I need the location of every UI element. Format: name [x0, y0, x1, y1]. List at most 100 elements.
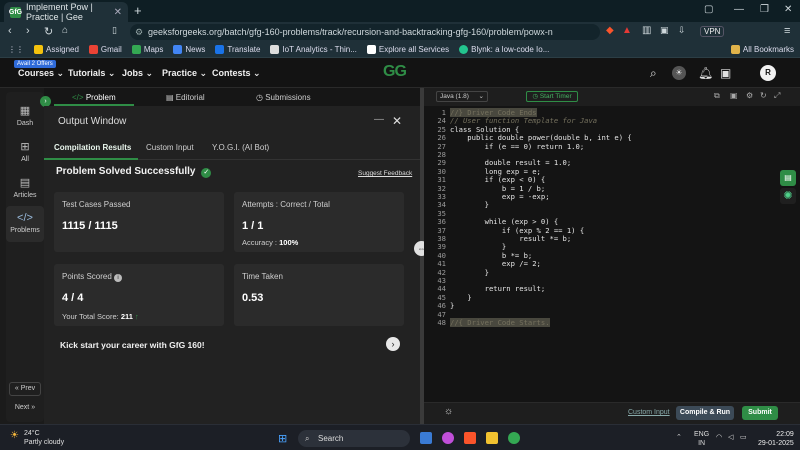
- reset-icon[interactable]: ↻: [760, 91, 767, 100]
- code-line[interactable]: }: [450, 301, 454, 310]
- gfg-logo[interactable]: GG: [383, 63, 407, 81]
- nav-practice[interactable]: Practice ⌄: [162, 68, 207, 79]
- prev-button[interactable]: « Prev: [9, 382, 41, 396]
- copilot-icon[interactable]: [442, 432, 454, 444]
- tab-yogi-bot[interactable]: Y.O.G.I. (AI Bot): [212, 143, 269, 152]
- start-timer-button[interactable]: ◷ Start Timer: [526, 91, 578, 102]
- bookmark-page-icon[interactable]: ▯: [112, 25, 117, 36]
- volume-icon[interactable]: ◁: [728, 433, 733, 441]
- copy-icon[interactable]: ⧉: [714, 91, 720, 101]
- time-label: Time Taken: [242, 272, 283, 281]
- downloads-icon[interactable]: ⇩: [678, 25, 686, 36]
- browser-tab[interactable]: GfG Implement Pow | Practice | Gee ✕: [4, 2, 128, 22]
- close-tab-icon[interactable]: ✕: [114, 7, 122, 18]
- forward-icon[interactable]: ›: [26, 25, 30, 37]
- brave-shield-icon[interactable]: ◆: [606, 25, 614, 36]
- battery-icon[interactable]: ▭: [740, 433, 747, 441]
- file-explorer-icon[interactable]: [420, 432, 432, 444]
- url-toolbar: ‹ › ↻ ⌂ ▯ ⚙ geeksforgeeks.org/batch/gfg-…: [0, 22, 800, 42]
- sidebar-item-articles[interactable]: ▤ Articles: [6, 176, 44, 199]
- site-info-icon[interactable]: ⚙: [135, 24, 143, 40]
- suggest-feedback-link[interactable]: Suggest Feedback: [358, 170, 412, 177]
- bookmark-gmail[interactable]: Gmail: [88, 45, 122, 54]
- chat-icon[interactable]: ▤: [780, 170, 796, 186]
- weather-widget[interactable]: ☀ 24°C Partly cloudy: [10, 429, 64, 447]
- back-icon[interactable]: ‹: [8, 25, 12, 37]
- language-indicator[interactable]: ENG IN: [694, 430, 709, 448]
- bookmark-explore-services[interactable]: Explore all Services: [366, 45, 449, 54]
- tab-custom-input[interactable]: Custom Input: [146, 143, 194, 152]
- submit-button[interactable]: Submit: [742, 406, 778, 420]
- apps-icon[interactable]: ⋮⋮: [8, 45, 24, 54]
- minimize-output-icon[interactable]: —: [374, 114, 384, 125]
- language-select[interactable]: Java (1.8) ⌄: [436, 91, 488, 102]
- maximize-icon[interactable]: ❐: [760, 4, 769, 15]
- brave-browser-icon[interactable]: [464, 432, 476, 444]
- nav-jobs[interactable]: Jobs ⌄: [122, 68, 153, 79]
- bookmark-assigned[interactable]: Assigned: [34, 45, 79, 54]
- minimize-icon[interactable]: —: [734, 4, 744, 15]
- close-output-icon[interactable]: ✕: [392, 114, 402, 128]
- nav-courses[interactable]: Courses ⌄: [18, 68, 64, 79]
- taskbar-search[interactable]: ⌕ Search: [298, 430, 410, 447]
- tab-submissions[interactable]: ◷ Submissions: [256, 93, 311, 102]
- career-arrow-button[interactable]: ›: [386, 337, 400, 351]
- reload-icon[interactable]: ↻: [44, 25, 53, 38]
- all-bookmarks[interactable]: All Bookmarks: [730, 45, 794, 54]
- code-line[interactable]: }: [450, 200, 489, 209]
- sidebar-toggle-icon[interactable]: ▥: [642, 25, 651, 36]
- home-icon[interactable]: ⌂: [62, 25, 68, 36]
- sidebar-item-dash[interactable]: ▦ Dash: [6, 104, 44, 127]
- ai-assistant-icon[interactable]: ✺: [780, 188, 796, 204]
- info-icon[interactable]: i: [114, 274, 123, 282]
- code-file-icon[interactable]: ▣: [730, 91, 738, 100]
- bookmarks-bar: ⋮⋮ Assigned Gmail Maps News Translate Io…: [0, 42, 800, 58]
- nav-contests[interactable]: Contests ⌄: [212, 68, 261, 79]
- code-line[interactable]: }: [450, 268, 489, 277]
- chrome-icon[interactable]: [508, 432, 520, 444]
- chevron-up-icon[interactable]: ⌃: [676, 433, 682, 441]
- fullscreen-icon[interactable]: ⤢: [774, 91, 780, 101]
- theme-toggle-icon[interactable]: ☀: [672, 66, 686, 80]
- clock[interactable]: 22:09 29-01-2025: [758, 430, 794, 448]
- tab-editorial[interactable]: ▤ Editorial: [166, 93, 205, 102]
- new-tab-icon[interactable]: +: [134, 3, 142, 18]
- folder-icon[interactable]: [486, 432, 498, 444]
- code-line[interactable]: if (e == 0) return 1.0;: [450, 142, 585, 151]
- bookmark-news[interactable]: News: [173, 45, 205, 54]
- bookmark-iot-analytics[interactable]: IoT Analytics - Thin...: [270, 45, 357, 54]
- vpn-button[interactable]: VPN: [700, 26, 725, 37]
- tab-search-icon[interactable]: ▢: [704, 4, 713, 15]
- output-tabs: Compilation Results Custom Input Y.O.G.I…: [44, 138, 420, 160]
- next-button[interactable]: Next »: [9, 402, 41, 416]
- sidebar-item-problems[interactable]: </> Problems: [6, 206, 44, 242]
- left-sidebar: ▦ Dash ⊞ All ▤ Articles </> Problems « P…: [6, 92, 44, 422]
- tab-compilation-results[interactable]: Compilation Results: [54, 143, 131, 152]
- close-window-icon[interactable]: ✕: [784, 4, 792, 15]
- avatar[interactable]: R: [760, 65, 776, 81]
- compile-run-button[interactable]: Compile & Run: [676, 406, 734, 420]
- bookmark-icon[interactable]: ▣: [720, 66, 731, 80]
- brave-rewards-icon[interactable]: ▲: [622, 25, 632, 36]
- windows-start-icon[interactable]: ⊞: [278, 432, 287, 445]
- tab-problem[interactable]: </> Problem: [72, 93, 116, 102]
- bookmark-blynk[interactable]: Blynk: a low-code Io...: [459, 45, 549, 54]
- bell-icon[interactable]: 🔔︎: [698, 66, 713, 80]
- offer-badge[interactable]: Avail 2 Offers: [14, 60, 56, 68]
- custom-input-link[interactable]: Custom Input: [628, 409, 670, 416]
- wifi-icon[interactable]: ◠: [716, 433, 722, 441]
- bookmark-maps[interactable]: Maps: [131, 45, 163, 54]
- wallet-icon[interactable]: ▣: [660, 25, 669, 36]
- timer-icon: ◷: [532, 93, 539, 100]
- menu-icon[interactable]: ≡: [784, 25, 790, 37]
- sidebar-item-all[interactable]: ⊞ All: [6, 140, 44, 163]
- settings-icon[interactable]: ⚙: [746, 91, 753, 100]
- code-editor[interactable]: 1//} Driver Code Ends 24// User function …: [424, 106, 800, 402]
- code-line[interactable]: //{ Driver Code Starts.: [450, 318, 550, 327]
- lightbulb-icon[interactable]: ☼: [444, 406, 453, 417]
- gmail-icon: [88, 45, 98, 54]
- nav-tutorials[interactable]: Tutorials ⌄: [68, 68, 115, 79]
- bookmark-translate[interactable]: Translate: [215, 45, 260, 54]
- search-icon[interactable]: ⌕: [650, 66, 657, 81]
- address-bar[interactable]: ⚙ geeksforgeeks.org/batch/gfg-160-proble…: [130, 24, 600, 40]
